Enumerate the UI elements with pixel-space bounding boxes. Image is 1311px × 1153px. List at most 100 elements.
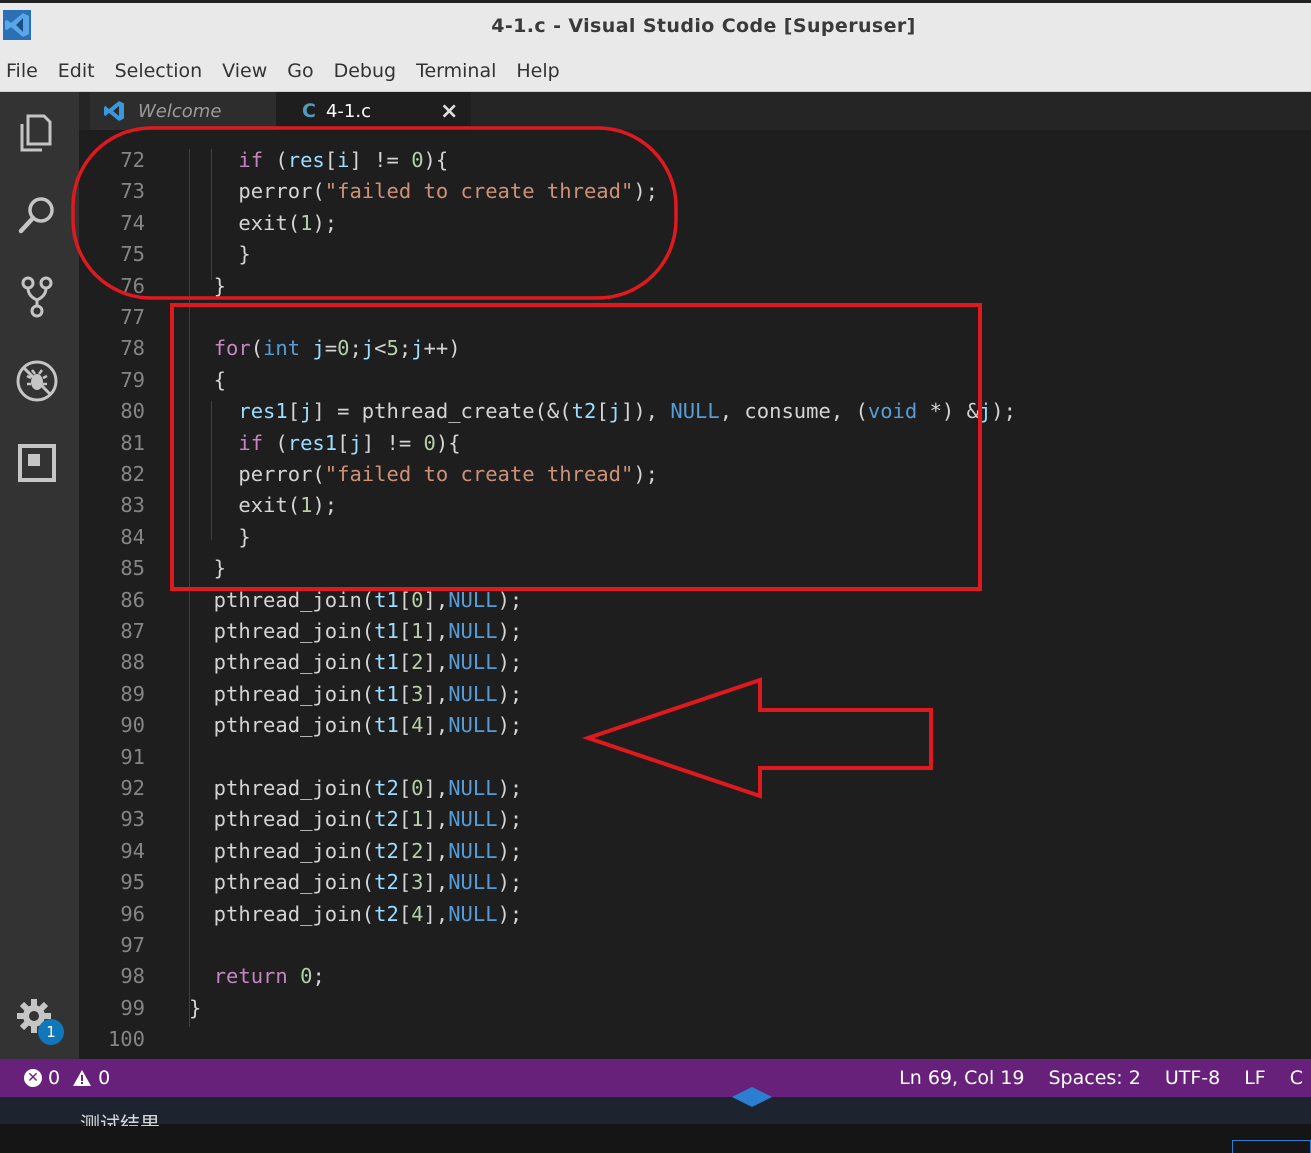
code-line[interactable]: 85 } bbox=[79, 552, 226, 584]
code-line[interactable]: 79 { bbox=[79, 364, 226, 396]
code-line[interactable]: 100 bbox=[79, 1023, 145, 1055]
code-line[interactable]: 83 exit(1); bbox=[79, 489, 337, 521]
code-line[interactable]: 77 bbox=[79, 301, 145, 333]
tab-file-label: 4-1.c bbox=[325, 100, 371, 122]
code-line[interactable]: 96 pthread_join(t2[4],NULL); bbox=[79, 898, 522, 930]
indent-guide bbox=[211, 149, 212, 280]
code-line[interactable]: 73 perror("failed to create thread"); bbox=[79, 175, 658, 207]
search-icon[interactable] bbox=[14, 192, 60, 238]
code-line[interactable]: 74 exit(1); bbox=[79, 207, 337, 239]
code-line[interactable]: 91 bbox=[79, 741, 145, 773]
line-number: 92 bbox=[120, 776, 145, 800]
source-control-icon[interactable] bbox=[14, 274, 60, 320]
menu-bar: File Edit Selection View Go Debug Termin… bbox=[0, 50, 1311, 92]
indentation-setting[interactable]: Spaces: 2 bbox=[1048, 1067, 1140, 1089]
code-line[interactable]: 89 pthread_join(t1[3],NULL); bbox=[79, 678, 522, 710]
code-line[interactable]: 84 } bbox=[79, 521, 250, 553]
code-text: for(int j=0;j<5;j++) bbox=[213, 336, 461, 361]
end-of-line[interactable]: LF bbox=[1244, 1067, 1266, 1089]
code-line[interactable]: 75 } bbox=[79, 238, 250, 270]
code-line[interactable]: 72 if (res[i] != 0){ bbox=[79, 144, 448, 176]
menu-help[interactable]: Help bbox=[516, 60, 559, 82]
title-bar: 4-1.c - Visual Studio Code [Superuser] bbox=[0, 0, 1311, 50]
code-line[interactable]: 81 if (res1[j] != 0){ bbox=[79, 427, 460, 459]
code-text: } bbox=[189, 242, 251, 267]
close-icon[interactable]: × bbox=[440, 99, 458, 124]
code-text: } bbox=[189, 995, 202, 1020]
code-line[interactable]: 93 pthread_join(t2[1],NULL); bbox=[79, 803, 522, 835]
tab-welcome-label: Welcome bbox=[138, 100, 222, 122]
menu-view[interactable]: View bbox=[222, 60, 267, 82]
code-text: perror("failed to create thread"); bbox=[189, 179, 659, 204]
line-number: 78 bbox=[120, 336, 145, 361]
code-line[interactable]: 97 bbox=[79, 929, 145, 961]
menu-file[interactable]: File bbox=[6, 60, 38, 82]
code-line[interactable]: 80 res1[j] = pthread_create(&(t2[j]), NU… bbox=[79, 395, 1016, 427]
menu-terminal[interactable]: Terminal bbox=[416, 60, 496, 82]
activity-bar: 1 bbox=[0, 92, 79, 1059]
code-line[interactable]: 78 for(int j=0;j<5;j++) bbox=[79, 332, 460, 364]
vscode-logo-icon bbox=[104, 101, 124, 121]
line-number: 87 bbox=[120, 619, 145, 643]
line-number: 100 bbox=[107, 1027, 145, 1052]
line-number: 86 bbox=[120, 587, 145, 612]
status-bar: ✕ 0 0 Ln 69, Col 19 Spaces: 2 UTF-8 LF C bbox=[0, 1059, 1311, 1097]
tab-welcome[interactable]: Welcome bbox=[90, 92, 276, 130]
code-line[interactable]: 99} bbox=[79, 992, 201, 1024]
line-number: 73 bbox=[120, 179, 145, 204]
line-number: 75 bbox=[120, 242, 145, 267]
code-line[interactable]: 95 pthread_join(t2[3],NULL); bbox=[79, 866, 522, 898]
code-line[interactable]: 76 } bbox=[79, 270, 226, 302]
line-number: 82 bbox=[120, 462, 145, 486]
line-number: 89 bbox=[120, 681, 145, 706]
line-number: 72 bbox=[120, 148, 145, 172]
menu-go[interactable]: Go bbox=[287, 60, 313, 82]
code-line[interactable]: 87 pthread_join(t1[1],NULL); bbox=[79, 615, 522, 647]
line-number: 91 bbox=[120, 744, 145, 769]
code-line[interactable]: 86 pthread_join(t1[0],NULL); bbox=[79, 584, 522, 616]
error-count[interactable]: 0 bbox=[48, 1067, 60, 1089]
menu-selection[interactable]: Selection bbox=[115, 60, 203, 82]
cursor-position[interactable]: Ln 69, Col 19 bbox=[899, 1067, 1024, 1089]
code-line[interactable]: 88 pthread_join(t1[2],NULL); bbox=[79, 646, 522, 678]
tab-bar: Welcome C 4-1.c × bbox=[79, 92, 1311, 130]
files-icon[interactable] bbox=[14, 110, 60, 156]
line-number: 96 bbox=[120, 901, 145, 926]
warning-icon[interactable] bbox=[72, 1069, 92, 1087]
error-icon[interactable]: ✕ bbox=[24, 1069, 42, 1087]
line-number: 83 bbox=[120, 493, 145, 518]
code-text: return 0; bbox=[213, 964, 325, 989]
code-text: pthread_join(t1[2],NULL); bbox=[189, 650, 523, 675]
code-line[interactable]: 90 pthread_join(t1[4],NULL); bbox=[79, 709, 522, 741]
language-mode[interactable]: C bbox=[1290, 1067, 1303, 1089]
indent-guide bbox=[211, 401, 212, 540]
tab-4-1-c[interactable]: C 4-1.c × bbox=[276, 92, 471, 130]
line-number: 93 bbox=[120, 807, 145, 832]
code-text: pthread_join(t2[0],NULL); bbox=[189, 776, 523, 800]
menu-edit[interactable]: Edit bbox=[58, 60, 95, 82]
code-line[interactable]: 92 pthread_join(t2[0],NULL); bbox=[79, 772, 522, 804]
code-line[interactable]: 94 pthread_join(t2[2],NULL); bbox=[79, 835, 522, 867]
warning-count[interactable]: 0 bbox=[98, 1067, 110, 1089]
line-number: 74 bbox=[120, 210, 145, 235]
encoding[interactable]: UTF-8 bbox=[1165, 1067, 1220, 1089]
code-editor[interactable]: 72 if (res[i] != 0){73 perror("failed to… bbox=[79, 130, 1311, 1059]
code-text: } bbox=[189, 524, 251, 549]
code-line[interactable]: 82 perror("failed to create thread"); bbox=[79, 458, 658, 490]
extensions-icon[interactable] bbox=[14, 440, 60, 486]
line-number: 76 bbox=[120, 273, 145, 298]
code-text: pthread_join(t2[2],NULL); bbox=[189, 838, 523, 863]
code-text: perror("failed to create thread"); bbox=[189, 462, 659, 486]
code-text: if (res1[j] != 0){ bbox=[238, 430, 461, 455]
code-text: } bbox=[189, 273, 227, 298]
menu-debug[interactable]: Debug bbox=[334, 60, 396, 82]
code-line[interactable]: 98 return 0; bbox=[79, 960, 324, 992]
line-number: 90 bbox=[120, 713, 145, 738]
debug-icon[interactable] bbox=[14, 358, 60, 404]
code-text: pthread_join(t1[3],NULL); bbox=[189, 681, 523, 706]
line-number: 85 bbox=[120, 556, 145, 581]
line-number: 94 bbox=[120, 838, 145, 863]
line-number: 88 bbox=[120, 650, 145, 675]
line-number: 97 bbox=[120, 933, 145, 957]
panel-resize-handle-icon[interactable] bbox=[728, 1085, 776, 1109]
